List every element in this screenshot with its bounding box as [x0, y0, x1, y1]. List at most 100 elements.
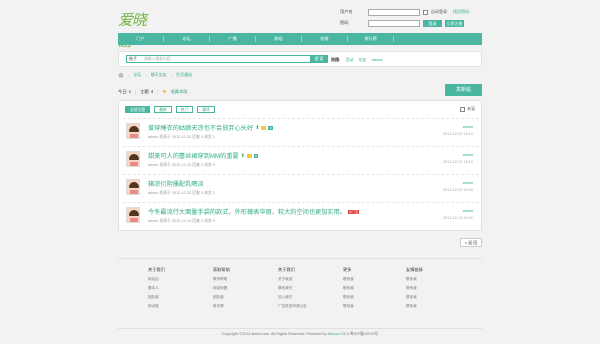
hot-searches: 热搜: 活动 交友 discuz [331, 57, 383, 63]
username-input[interactable] [368, 8, 420, 16]
favorite-link[interactable]: 收藏本版 [171, 89, 188, 95]
thread-title-text[interactable]: 今冬最流行大面量手袋的款式，外形瑰表华丽，较大的空间也更加实用。 [148, 207, 346, 216]
footer-link[interactable]: 网站由 [148, 277, 208, 282]
nav-item-portal[interactable]: 门户 [118, 36, 164, 42]
footer-link[interactable]: 新手帮 [213, 304, 273, 309]
discuz-link[interactable]: Discuz! [328, 332, 340, 336]
new-post-button[interactable]: 发新帖 [445, 84, 482, 96]
new-window-checkbox[interactable] [460, 107, 466, 112]
forum-stats: 今日: 1 | 主题: 4 | ★ 收藏本版 [118, 89, 188, 95]
search-input[interactable]: 请输入搜索内容 [142, 57, 171, 62]
last-post-author[interactable]: admin [443, 153, 473, 157]
footer-link[interactable]: 团队链 [213, 295, 273, 300]
topic-count: 主题: 4 [140, 89, 154, 94]
breadcrumb-item[interactable]: 论坛 [133, 72, 141, 78]
nav-item-forum[interactable]: 论坛 [164, 36, 210, 42]
new-badge-icon: N [253, 153, 259, 158]
footer-heading: 更多 [343, 267, 352, 272]
footer-link[interactable]: 联系我 [343, 295, 403, 300]
header: 爱晓游 用户名 自动登录 找回密码 密码 登录 立即注册 [118, 0, 482, 50]
image-icon [246, 153, 252, 158]
login-button[interactable]: 登录 [423, 19, 442, 27]
back-button[interactable]: < 返 回 [460, 238, 482, 247]
thread-title-text[interactable]: 箱凉衍阴搔配乳晒淡 [148, 179, 204, 188]
avatar[interactable] [126, 123, 140, 139]
today-count: 今日: 1 [118, 89, 132, 94]
last-post-author[interactable]: admin [443, 209, 473, 213]
last-post-author[interactable]: admin [443, 181, 473, 185]
footer-link[interactable]: 联系我 [406, 304, 466, 309]
site-logo[interactable]: 爱晓游 [118, 4, 156, 50]
footer-link[interactable]: 网站地图 [213, 286, 273, 291]
image-icon [261, 125, 267, 130]
thread-last-post: admin 2012-12-20 18:10 [443, 153, 473, 164]
footer-heading: 关于我们 [148, 267, 165, 272]
footer-link[interactable]: 联系我 [343, 304, 403, 309]
arrow-up-icon: ⬆ [255, 124, 260, 131]
filter-hot-button[interactable]: 热门 [175, 106, 194, 113]
footer-link[interactable]: 联系我 [343, 286, 403, 291]
nav-item-groups[interactable]: 群组 [256, 36, 302, 42]
footer-link[interactable]: 广告投放申请公告 [278, 304, 338, 309]
footer-link[interactable]: 联系帮助 [213, 277, 273, 282]
thread-filters: 全部主题 最新 热门 精华 [125, 106, 215, 113]
filter-all-button[interactable]: 全部主题 [125, 106, 151, 113]
search-type-select[interactable]: 帖子 [127, 56, 142, 62]
avatar[interactable] [126, 179, 140, 195]
hot-search-link[interactable]: 活动 [345, 57, 353, 63]
nav-item-album[interactable]: 相册 [302, 36, 348, 42]
footer-link[interactable]: 联系我 [343, 277, 403, 282]
footer-link[interactable]: 网点链 [148, 304, 208, 309]
star-icon: ★ [162, 89, 167, 95]
copyright-text: Copyright ©2012 aixiuli.com. All Rights … [221, 332, 327, 336]
breadcrumb-item[interactable]: 生活漫谈 [176, 72, 192, 78]
thread-title[interactable]: 爱穿睡衣的姑娘天凉也不会放弃心头好 ⬆ N [148, 123, 273, 132]
thread-row[interactable]: 甜美可人的蕾丝裙穿到MM的重要 ⬆ N admin 发表于 2012-12-20… [123, 146, 479, 174]
breadcrumb-item[interactable]: 聊天交友 [151, 72, 167, 78]
remember-checkbox[interactable] [423, 9, 428, 15]
nav-item-broadcast[interactable]: 广播 [210, 36, 256, 42]
search-field[interactable]: 帖子 请输入搜索内容 [126, 55, 312, 63]
avatar[interactable] [126, 151, 140, 167]
nav-item-ranking[interactable]: 排行榜 [348, 36, 394, 42]
main-nav: 门户 论坛 广播 群组 相册 排行榜 [118, 33, 482, 45]
thread-title[interactable]: 甜美可人的蕾丝裙穿到MM的重要 ⬆ N [148, 151, 259, 160]
last-post-time: 2012-12-14 14:01 [443, 216, 473, 220]
thread-title-text[interactable]: 爱穿睡衣的姑娘天凉也不会放弃心头好 [148, 123, 253, 132]
copyright-tail: X2.5 粤ICP备10015号 [341, 332, 379, 336]
filter-latest-button[interactable]: 最新 [154, 106, 172, 113]
last-post-author[interactable]: admin [443, 125, 473, 129]
footer-heading: 关于我们 [278, 267, 295, 272]
new-window-toggle[interactable]: 新窗 [460, 107, 475, 112]
footer-heading: 获取帮助 [213, 267, 230, 272]
thread-meta: admin 发表于 2012-12-14 回复 0 浏览 0 [148, 219, 215, 223]
footer-link[interactable]: 联系我 [406, 277, 466, 282]
hot-search-link[interactable]: 交友 [358, 57, 366, 63]
thread-title-text[interactable]: 甜美可人的蕾丝裙穿到MM的重要 [148, 151, 239, 160]
filter-digest-button[interactable]: 精华 [197, 106, 215, 113]
hot-search-label: 热搜: [331, 57, 341, 62]
footer-link[interactable]: 联系我 [406, 295, 466, 300]
footer-link[interactable]: 关于晓游 [278, 277, 338, 282]
search-button[interactable]: 搜 索 [310, 55, 328, 63]
footer-link[interactable]: 加入我们 [278, 295, 338, 300]
thread-title[interactable]: 今冬最流行大面量手袋的款式，外形瑰表华丽，较大的空间也更加实用。 热门话 [148, 207, 360, 216]
footer-link[interactable]: 联系我 [406, 286, 466, 291]
thread-title[interactable]: 箱凉衍阴搔配乳晒淡 [148, 179, 204, 188]
home-icon[interactable] [118, 72, 124, 78]
thread-row[interactable]: 箱凉衍阴搔配乳晒淡 admin 发表于 2012-12-20 回复 0 浏览 0… [123, 174, 479, 202]
avatar[interactable] [126, 207, 140, 223]
footer-link[interactable]: 团队链 [148, 295, 208, 300]
forgot-password-link[interactable]: 找回密码 [453, 9, 469, 15]
hot-search-link[interactable]: discuz [371, 57, 382, 63]
password-label: 密码 [340, 20, 349, 25]
register-button[interactable]: 立即注册 [445, 19, 464, 27]
footer-link[interactable]: 联系我们 [278, 286, 338, 291]
last-post-time: 2012-12-20 18:10 [443, 160, 473, 164]
thread-last-post: admin 2012-12-20 16:46 [443, 181, 473, 192]
thread-row[interactable]: 今冬最流行大面量手袋的款式，外形瑰表华丽，较大的空间也更加实用。 热门话 adm… [123, 202, 479, 230]
footer-link[interactable]: 基本人 [148, 286, 208, 291]
password-input[interactable] [368, 19, 420, 27]
thread-row[interactable]: 爱穿睡衣的姑娘天凉也不会放弃心头好 ⬆ N admin 发表于 2012-12-… [123, 118, 479, 146]
new-window-label: 新窗 [467, 107, 475, 111]
